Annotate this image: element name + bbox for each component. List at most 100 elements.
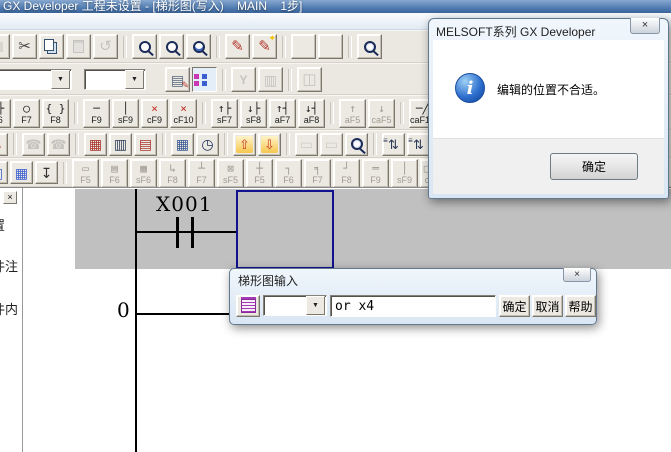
ladder-edit-button[interactable] [225, 34, 250, 59]
falling-pulse-button[interactable]: ↓├ sF8 [240, 99, 267, 128]
lad-a-icon [87, 136, 104, 153]
closed-contact-button[interactable]: ┤├ F6 [0, 99, 11, 128]
function-key-label: aF8 [304, 115, 320, 125]
down-branch-button[interactable]: ↓ caF5 [368, 99, 395, 128]
delete-vertical-line-button[interactable]: × cF10 [170, 99, 197, 128]
win-pale-icon [323, 136, 340, 153]
symbol-combobox[interactable] [263, 295, 327, 316]
draw-line-button[interactable]: ┼ F5 [246, 159, 273, 188]
draw-corner-2-button[interactable]: ╕ F7 [304, 159, 331, 188]
draw-corner-3-button[interactable]: ┘ F8 [333, 159, 360, 188]
transfer-icon [301, 71, 318, 88]
step-number: 0 [117, 298, 130, 322]
insert-column-button[interactable]: ↳ F8 [159, 159, 186, 188]
panel-divider[interactable] [22, 188, 24, 452]
function-key-label: F7 [196, 175, 207, 185]
delete-column-button[interactable]: ┴ F7 [188, 159, 215, 188]
title-bar[interactable]: GX Developer 工程未设置 - [梯形图(写入) MAIN 1步] [0, 0, 671, 13]
error-message: 编辑的位置不合适。 [497, 81, 605, 98]
toolbar-separator [75, 133, 79, 155]
scissors-icon [16, 38, 33, 55]
monitor-search-button[interactable] [345, 133, 368, 156]
insert-rung-button[interactable]: ▭ F5 [72, 159, 99, 188]
falling-pulse-or-button[interactable]: ↓┤ aF8 [298, 99, 325, 128]
ladder-pattern-a-button[interactable] [84, 133, 107, 156]
device-monitor-button[interactable] [291, 34, 316, 59]
insert-row-button[interactable]: ▤ F6 [101, 159, 128, 188]
plc-write-button[interactable] [233, 133, 256, 156]
window-tile-button[interactable] [10, 161, 33, 184]
find-button[interactable] [132, 34, 157, 59]
instruction-input[interactable] [330, 295, 496, 317]
horizontal-line-button[interactable]: ─ F9 [83, 99, 110, 128]
ladder-edit-glyph: ▭ [82, 162, 89, 175]
window-b-button[interactable] [320, 133, 343, 156]
device-batch-monitor-button[interactable] [318, 34, 343, 59]
copy-button[interactable] [39, 34, 64, 59]
draw-vertical-button[interactable]: │ sF9 [391, 159, 418, 188]
ladder-edit-glyph: ┴ [198, 162, 205, 175]
draw-corner-button[interactable]: ┐ F6 [275, 159, 302, 188]
pencil-mag-icon [0, 136, 5, 153]
comment-edit-button[interactable] [0, 133, 8, 156]
up-y-icon [236, 136, 253, 153]
mag-go-icon [361, 38, 378, 55]
sort-a-button[interactable] [382, 133, 405, 156]
cut-button[interactable] [12, 34, 37, 59]
coil-button[interactable]: ◯ F7 [13, 99, 40, 128]
window-cascade-button[interactable] [0, 161, 8, 184]
rising-pulse-or-button[interactable]: ↑┤ aF7 [269, 99, 296, 128]
tree-expand-button[interactable] [35, 161, 58, 184]
instruction-help-button[interactable] [236, 295, 260, 317]
undo-button[interactable] [93, 34, 118, 59]
program-combobox[interactable] [0, 69, 72, 90]
project-data-list-panel: × 置 件注 件内 [0, 188, 22, 452]
close-icon[interactable]: × [3, 191, 17, 204]
plc-read-button[interactable] [258, 133, 281, 156]
application-instruction-button[interactable]: { } F8 [42, 99, 69, 128]
toolbar-separator [13, 133, 17, 155]
draw-double-line-button[interactable]: ═ F9 [362, 159, 389, 188]
rising-pulse-button[interactable]: ↑├ sF7 [211, 99, 238, 128]
chevron-down-icon[interactable] [306, 296, 325, 315]
toolbar-separator [282, 36, 286, 58]
ladder-pattern-b-button[interactable] [109, 133, 132, 156]
delete-horizontal-line-button[interactable]: × cF9 [141, 99, 168, 128]
sort-b-button[interactable] [407, 133, 430, 156]
program-check-button[interactable] [231, 67, 256, 92]
find-device-button[interactable] [159, 34, 184, 59]
ladder-symbol-glyph: × [180, 102, 187, 115]
chevron-down-icon[interactable] [51, 70, 70, 89]
clipped-button[interactable] [0, 34, 10, 59]
close-icon[interactable]: × [630, 18, 660, 34]
transfer-setup-button[interactable] [297, 67, 322, 92]
ladder-cursor [236, 190, 334, 269]
ok-button[interactable]: 确定 [499, 295, 530, 317]
cancel-button[interactable]: 取消 [532, 295, 563, 317]
ladder-symbol-glyph: ─ [93, 102, 100, 115]
find-string-button[interactable] [186, 34, 211, 59]
project-data-list-button[interactable] [192, 67, 217, 92]
paste-button[interactable] [66, 34, 91, 59]
delete-block-button[interactable]: ⊠ sF5 [217, 159, 244, 188]
chevron-down-icon[interactable] [125, 70, 144, 89]
delete-row-button[interactable]: ▦ sF6 [130, 159, 157, 188]
up-branch-button[interactable]: ↑ aF5 [339, 99, 366, 128]
telephone-line-2-button[interactable] [47, 133, 70, 156]
ladder-pattern-c-button[interactable] [134, 133, 157, 156]
close-icon[interactable]: × [563, 268, 591, 282]
function-key-label: F6 [283, 175, 294, 185]
parameter-button[interactable] [165, 67, 190, 92]
vertical-line-button[interactable]: │ sF9 [112, 99, 139, 128]
help-button[interactable]: 帮助 [565, 295, 596, 317]
ok-button[interactable]: 确定 [550, 153, 638, 180]
monitor-start-button[interactable] [357, 34, 382, 59]
program-list-button[interactable] [258, 67, 283, 92]
device-test-button[interactable] [171, 133, 194, 156]
dialog-title: MELSOFT系列 GX Developer [436, 23, 595, 40]
monitor-clock-button[interactable] [196, 133, 219, 156]
telephone-line-button[interactable] [22, 133, 45, 156]
data-combobox[interactable] [84, 69, 146, 90]
window-a-button[interactable] [295, 133, 318, 156]
monitor-edit-button[interactable] [252, 34, 277, 59]
